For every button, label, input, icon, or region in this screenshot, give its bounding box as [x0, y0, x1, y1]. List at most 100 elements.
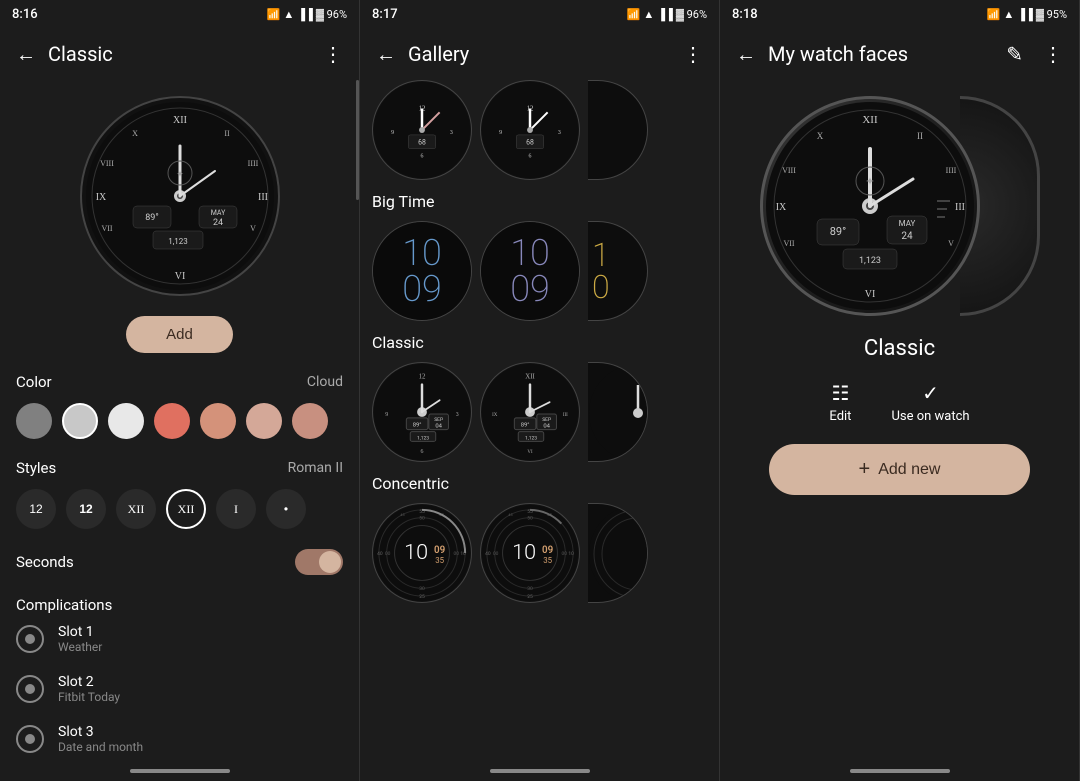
back-icon-1[interactable]: ← [12, 38, 40, 71]
style-dot[interactable]: • [266, 489, 306, 529]
concentric-watch-2[interactable]: 55 25 40 10 50 30 00 00 45 05 10 09 35 [480, 503, 580, 603]
slot2-item[interactable]: Slot 2 Fitbit Today [16, 664, 343, 714]
concentric-partial-svg [588, 504, 648, 603]
svg-text:68: 68 [418, 139, 426, 147]
classic-watch-1[interactable]: 12 3 6 9 89° SEP 04 1,123 [372, 362, 472, 462]
edit-label: Edit [829, 409, 851, 424]
back-icon-2[interactable]: ← [372, 38, 400, 71]
svg-text:III: III [955, 202, 965, 213]
big-time-label: Big Time [372, 192, 707, 211]
concentric-watch-2-svg: 55 25 40 10 50 30 00 00 45 05 10 09 35 [481, 503, 579, 603]
add-new-button[interactable]: + Add new [769, 444, 1031, 495]
big-time-watch-2[interactable]: 10 09 [480, 221, 580, 321]
seconds-toggle[interactable] [295, 549, 343, 575]
concentric-label: Concentric [372, 474, 707, 493]
panel1-title: Classic [48, 42, 319, 66]
top-watch-row: 12 3 6 9 68 12 3 6 9 [372, 80, 707, 180]
color-swatch-gray[interactable] [16, 403, 52, 439]
style-I[interactable]: I [216, 489, 256, 529]
back-icon-3[interactable]: ← [732, 38, 760, 71]
styles-label: Styles [16, 459, 56, 477]
style-12-filled[interactable]: 12 [16, 489, 56, 529]
styles-section-header: Styles Roman II [16, 459, 343, 477]
slot3-item[interactable]: Slot 3 Date and month [16, 714, 343, 761]
status-bar-3: 8:18 📶 ▲ ▐▐ ▓ 95% [720, 0, 1079, 28]
color-value: Cloud [307, 374, 343, 390]
add-watch-face-button[interactable]: Add [126, 316, 233, 353]
color-swatch-peach[interactable] [200, 403, 236, 439]
concentric-watch-1-svg: 55 25 40 10 50 30 00 00 45 05 10 09 [373, 503, 471, 603]
slot2-icon-inner [25, 684, 35, 694]
svg-text:6: 6 [421, 449, 424, 455]
top-watch-2[interactable]: 12 3 6 9 68 [480, 80, 580, 180]
svg-text:9: 9 [499, 130, 502, 136]
slot1-item[interactable]: Slot 1 Weather [16, 614, 343, 664]
svg-text:XII: XII [525, 374, 535, 381]
style-XII-reg[interactable]: XII [116, 489, 156, 529]
watch-action-row: ☷ Edit ✓ Use on watch [736, 381, 1063, 424]
slot3-name: Slot 3 [58, 724, 343, 740]
edit-action[interactable]: ☷ Edit [829, 381, 851, 424]
more-options-icon-3[interactable]: ⋮ [1039, 38, 1067, 70]
home-indicator-3 [720, 761, 1079, 781]
slot3-text: Slot 3 Date and month [58, 724, 343, 754]
big-time-hour: 10 [402, 235, 442, 271]
classic-watch-2[interactable]: XII III VI IX 89° SEP 04 1,123 [480, 362, 580, 462]
svg-text:IIII: IIII [945, 166, 956, 175]
svg-text:VII: VII [101, 224, 112, 233]
svg-text:50: 50 [419, 516, 425, 522]
status-bar-1: 8:16 📶 ▲ ▐▐ ▓ 96% [0, 0, 359, 28]
style-12-bold[interactable]: 12 [66, 489, 106, 529]
concentric-row: 55 25 40 10 50 30 00 00 45 05 10 09 [372, 503, 707, 603]
color-swatch-white[interactable] [108, 403, 144, 439]
classic-row: 12 3 6 9 89° SEP 04 1,123 [372, 362, 707, 462]
complications-label: Complications [16, 596, 112, 614]
svg-text:00: 00 [454, 551, 460, 557]
svg-text:89°: 89° [521, 423, 530, 429]
svg-text:X: X [132, 129, 138, 138]
use-on-watch-action[interactable]: ✓ Use on watch [891, 381, 969, 424]
svg-text:10: 10 [404, 540, 428, 565]
big-time-min: 09 [402, 271, 442, 307]
color-swatch-pink-light[interactable] [246, 403, 282, 439]
svg-text:24: 24 [901, 231, 913, 242]
edit-icon[interactable]: ✎ [1002, 38, 1027, 70]
svg-text:04: 04 [543, 424, 550, 430]
concentric-watch-1[interactable]: 55 25 40 10 50 30 00 00 45 05 10 09 [372, 503, 472, 603]
svg-text:24: 24 [212, 218, 222, 228]
status-icons-1: 📶 ▲ ▐▐ ▓ 96% [267, 8, 347, 21]
svg-text:40: 40 [377, 551, 383, 557]
add-new-label: Add new [878, 461, 940, 479]
svg-text:MAY: MAY [898, 219, 915, 228]
status-bar-2: 8:17 📶 ▲ ▐▐ ▓ 96% [360, 0, 719, 28]
color-swatch-light-gray[interactable] [62, 403, 98, 439]
add-button-container: Add [16, 316, 343, 353]
panel3-title: My watch faces [768, 42, 1002, 66]
style-XII-outline[interactable]: XII [166, 489, 206, 529]
classic-watch-1-svg: 12 3 6 9 89° SEP 04 1,123 [373, 362, 471, 462]
svg-text:25: 25 [527, 594, 533, 600]
battery-icon-2: ▓ 96% [676, 8, 707, 21]
svg-text:III: III [258, 192, 268, 203]
slot3-sub: Date and month [58, 740, 343, 754]
big-time-watch-1[interactable]: 10 09 [372, 221, 472, 321]
svg-text:40: 40 [485, 551, 491, 557]
more-options-icon-1[interactable]: ⋮ [319, 38, 347, 70]
more-options-icon-2[interactable]: ⋮ [679, 38, 707, 70]
slot1-name: Slot 1 [58, 624, 343, 640]
home-bar-3 [850, 769, 950, 773]
top-watch-1[interactable]: 12 3 6 9 68 [372, 80, 472, 180]
color-swatch-salmon[interactable] [154, 403, 190, 439]
seconds-label: Seconds [16, 553, 74, 571]
use-label: Use on watch [891, 409, 969, 424]
svg-text:10: 10 [512, 540, 536, 565]
slot3-icon [16, 725, 44, 753]
checkmark-icon: ✓ [922, 381, 939, 405]
classic-watch-3-partial [588, 362, 648, 462]
svg-text:SEP: SEP [434, 417, 443, 423]
color-swatch-blush[interactable] [292, 403, 328, 439]
svg-text:1,123: 1,123 [168, 237, 188, 246]
status-time-3: 8:18 [732, 7, 758, 22]
bluetooth-icon: 📶 [267, 8, 281, 21]
wifi-icon-3: ▲ [1003, 8, 1014, 21]
